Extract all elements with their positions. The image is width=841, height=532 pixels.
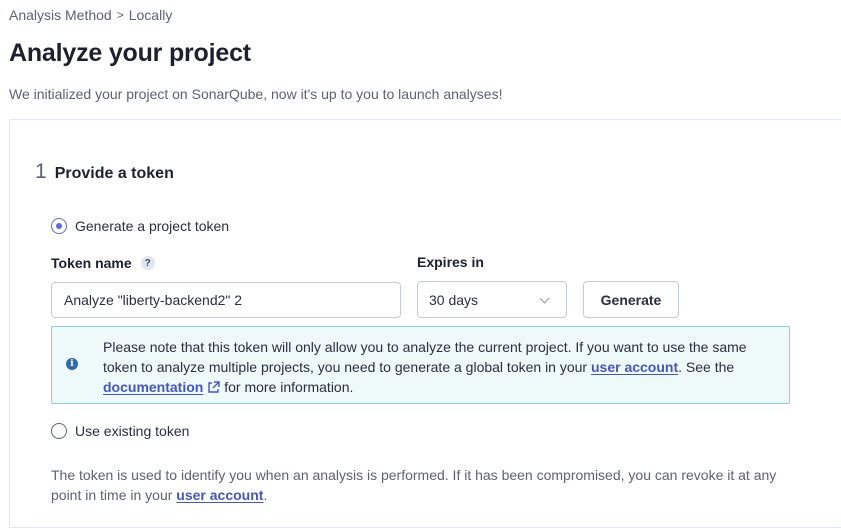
info-text-part: . See the [678,359,735,375]
token-help-text: The token is used to identify you when a… [51,465,801,505]
expires-label: Expires in [417,254,484,270]
page-title: Analyze your project [9,39,251,67]
documentation-link-label: documentation [103,379,204,395]
generate-token-radio[interactable] [51,218,67,234]
generate-button[interactable]: Generate [583,281,679,318]
token-name-label: Token name [51,255,132,271]
expires-select[interactable]: 30 days [417,281,567,318]
step-header: 1 Provide a token [35,160,174,184]
breadcrumb-separator: > [116,8,124,22]
generate-token-option[interactable]: Generate a project token [51,218,229,234]
footer-text-part: The token is used to identify you when a… [51,467,777,503]
step-title: Provide a token [54,165,174,182]
info-icon: i [66,358,78,370]
existing-token-option[interactable]: Use existing token [51,423,189,439]
step-number: 1 [35,160,47,183]
existing-token-label: Use existing token [75,423,190,439]
existing-token-radio[interactable] [51,423,67,439]
user-account-link[interactable]: user account [591,359,678,375]
token-name-label-group: Token name ? [51,255,155,271]
breadcrumb-analysis-method[interactable]: Analysis Method [9,7,112,23]
token-name-input[interactable] [51,282,401,318]
footer-text-part: . [263,487,268,503]
breadcrumb-locally: Locally [128,7,173,23]
page-subtitle: We initialized your project on SonarQube… [9,86,503,102]
info-alert: i Please note that this token will only … [51,326,790,404]
breadcrumb: Analysis Method > Locally [9,7,172,23]
token-card: 1 Provide a token Generate a project tok… [9,119,841,528]
external-link-icon [208,381,221,393]
chevron-down-icon [539,293,550,304]
documentation-link[interactable]: documentation [103,379,221,395]
expires-label-group: Expires in [417,254,484,270]
expires-selected-value: 30 days [429,291,479,308]
info-text-part: for more information. [220,379,354,395]
generate-token-label: Generate a project token [75,218,230,234]
help-icon[interactable]: ? [140,256,155,270]
info-message: Please note that this token will only al… [103,337,773,397]
footer-user-account-link[interactable]: user account [176,487,263,503]
